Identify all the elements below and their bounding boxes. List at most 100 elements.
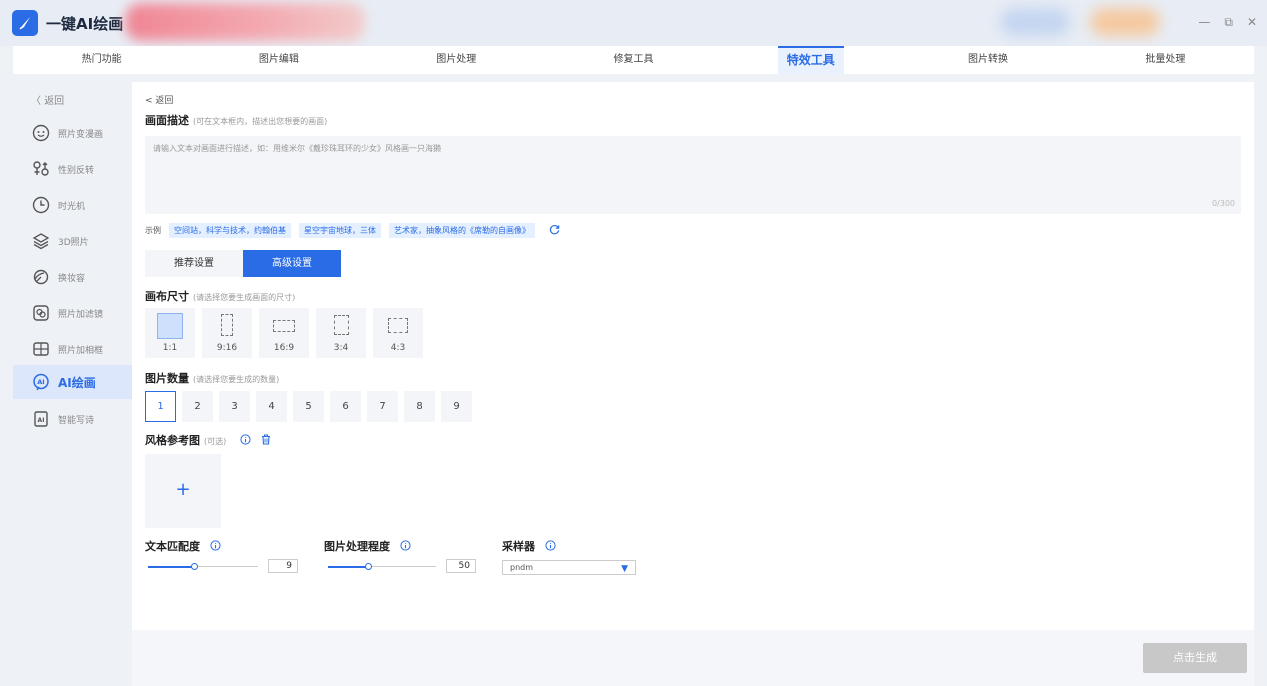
process-level-heading: 图片处理程度	[324, 538, 411, 554]
count-option[interactable]: 9	[441, 391, 472, 422]
sidebar-item-makeup[interactable]: 换妆容	[13, 260, 132, 294]
frame-icon	[32, 340, 50, 358]
text-match-heading: 文本匹配度	[145, 538, 221, 554]
count-option[interactable]: 7	[367, 391, 398, 422]
sampler-heading: 采样器	[502, 538, 556, 554]
count-option[interactable]: 6	[330, 391, 361, 422]
sidebar-item-cartoon[interactable]: 照片变漫画	[13, 116, 132, 150]
tab-image-process[interactable]: 图片处理	[368, 46, 545, 74]
vip-badge[interactable]	[1090, 8, 1160, 36]
face-icon	[32, 124, 50, 142]
sidebar-item-3d-photo[interactable]: 3D照片	[13, 224, 132, 258]
size-option-4-3[interactable]: 4:3	[373, 308, 423, 358]
sidebar-item-ai-paint[interactable]: AI AI绘画	[13, 365, 132, 399]
clock-icon	[32, 196, 50, 214]
info-icon[interactable]	[545, 539, 556, 554]
title-bar: 一键AI绘画 — ⧉ ✕	[0, 0, 1267, 46]
makeup-icon	[32, 268, 50, 286]
chevron-left-icon: 〈	[31, 96, 45, 107]
tab-repair[interactable]: 修复工具	[545, 46, 722, 74]
main-panel: < 返回 画面描述 (可在文本框内，描述出您想要的画面) 请输入文本对画面进行描述…	[132, 82, 1254, 630]
sidebar-item-ai-poem[interactable]: AI 智能写诗	[13, 402, 132, 436]
app-logo-icon	[12, 10, 38, 36]
example-chip[interactable]: 星空宇宙地球，三体	[299, 223, 381, 238]
tab-image-edit[interactable]: 图片编辑	[190, 46, 367, 74]
sidebar-item-gender-swap[interactable]: 性别反转	[13, 152, 132, 186]
tab-batch[interactable]: 批量处理	[1077, 46, 1254, 74]
size-option-16-9[interactable]: 16:9	[259, 308, 309, 358]
close-button[interactable]: ✕	[1247, 15, 1257, 30]
ratio-shape	[273, 320, 295, 332]
promo-banner[interactable]	[125, 3, 365, 41]
char-counter: 0/300	[1211, 199, 1235, 208]
info-icon[interactable]	[210, 539, 221, 554]
sidebar: 〈 返回 照片变漫画 性别反转 时光机 3D照片 换妆容 照片加滤镜 照片加相框…	[13, 82, 132, 686]
gender-icon	[32, 160, 50, 178]
size-option-3-4[interactable]: 3:4	[316, 308, 366, 358]
minimize-button[interactable]: —	[1198, 15, 1210, 30]
text-match-slider[interactable]	[148, 562, 258, 572]
plus-icon: +	[175, 479, 191, 500]
slider-knob[interactable]	[365, 562, 373, 570]
tab-advanced-settings[interactable]: 高级设置	[243, 250, 341, 277]
layers-icon	[32, 232, 50, 250]
info-icon[interactable]	[400, 539, 411, 554]
tab-convert[interactable]: 图片转换	[899, 46, 1076, 74]
example-chip[interactable]: 艺术家，抽象风格的《席勒的自画像》	[389, 223, 535, 238]
count-option[interactable]: 8	[404, 391, 435, 422]
sampler-select[interactable]: pndm ▼	[502, 560, 636, 575]
text-match-input[interactable]: 9	[268, 559, 298, 573]
size-option-1-1[interactable]: 1:1	[145, 308, 195, 358]
description-input[interactable]: 请输入文本对画面进行描述，如：用维米尔《戴珍珠耳环的少女》风格画一只海獭 0/3…	[145, 136, 1241, 214]
generate-button[interactable]: 点击生成	[1143, 643, 1247, 673]
image-count-heading: 图片数量 (请选择您要生成的数量)	[145, 372, 280, 385]
count-option[interactable]: 5	[293, 391, 324, 422]
description-heading: 画面描述 (可在文本框内，描述出您想要的画面)	[145, 114, 328, 127]
filter-icon	[32, 304, 50, 322]
ai-poem-icon: AI	[32, 410, 50, 428]
examples-row: 示例 空间站，科学与技术，约翰伯基 星空宇宙地球，三体 艺术家，抽象风格的《席勒…	[145, 223, 560, 238]
ratio-shape	[157, 313, 183, 339]
slider-fill	[328, 565, 370, 568]
process-level-slider[interactable]	[328, 562, 436, 572]
example-chip[interactable]: 空间站，科学与技术，约翰伯基	[169, 223, 291, 238]
count-option[interactable]: 4	[256, 391, 287, 422]
app-title: 一键AI绘画	[46, 15, 124, 33]
examples-label: 示例	[145, 226, 161, 235]
top-nav: 热门功能 图片编辑 图片处理 修复工具 特效工具 图片转换 批量处理	[13, 46, 1254, 74]
ai-paint-icon: AI	[32, 373, 50, 391]
tab-recommended-settings[interactable]: 推荐设置	[145, 250, 243, 277]
svg-text:AI: AI	[38, 417, 45, 424]
sidebar-back-link[interactable]: 〈 返回	[31, 92, 64, 107]
sidebar-item-frame[interactable]: 照片加相框	[13, 332, 132, 366]
canvas-size-heading: 画布尺寸 (请选择您要生成画面的尺寸)	[145, 290, 296, 303]
svg-text:AI: AI	[37, 378, 44, 386]
count-option[interactable]: 1	[145, 391, 176, 422]
ratio-shape	[221, 314, 233, 336]
count-option[interactable]: 2	[182, 391, 213, 422]
refresh-icon[interactable]	[549, 224, 560, 237]
count-option[interactable]: 3	[219, 391, 250, 422]
sidebar-item-time-machine[interactable]: 时光机	[13, 188, 132, 222]
info-icon[interactable]	[240, 433, 251, 448]
size-option-9-16[interactable]: 9:16	[202, 308, 252, 358]
trash-icon[interactable]	[261, 433, 271, 448]
caret-down-icon: ▼	[621, 564, 628, 574]
slider-knob[interactable]	[191, 562, 199, 570]
restore-button[interactable]: ⧉	[1224, 15, 1233, 30]
user-avatar[interactable]	[1000, 8, 1070, 36]
tab-hot[interactable]: 热门功能	[13, 46, 190, 74]
description-placeholder: 请输入文本对画面进行描述，如：用维米尔《戴珍珠耳环的少女》风格画一只海獭	[153, 144, 441, 153]
sidebar-item-filter[interactable]: 照片加滤镜	[13, 296, 132, 330]
ratio-shape	[334, 315, 349, 335]
tab-effects[interactable]: 特效工具	[722, 46, 900, 74]
style-ref-heading: 风格参考图 (可选)	[145, 432, 271, 448]
process-level-input[interactable]: 50	[446, 559, 476, 573]
footer-bar	[132, 630, 1254, 686]
settings-tabs: 推荐设置 高级设置	[145, 250, 341, 277]
image-count-options: 1 2 3 4 5 6 7 8 9	[145, 391, 472, 422]
ratio-shape	[388, 318, 408, 333]
style-ref-upload[interactable]: +	[145, 454, 221, 528]
back-link[interactable]: < 返回	[145, 93, 173, 106]
slider-fill	[148, 565, 196, 568]
